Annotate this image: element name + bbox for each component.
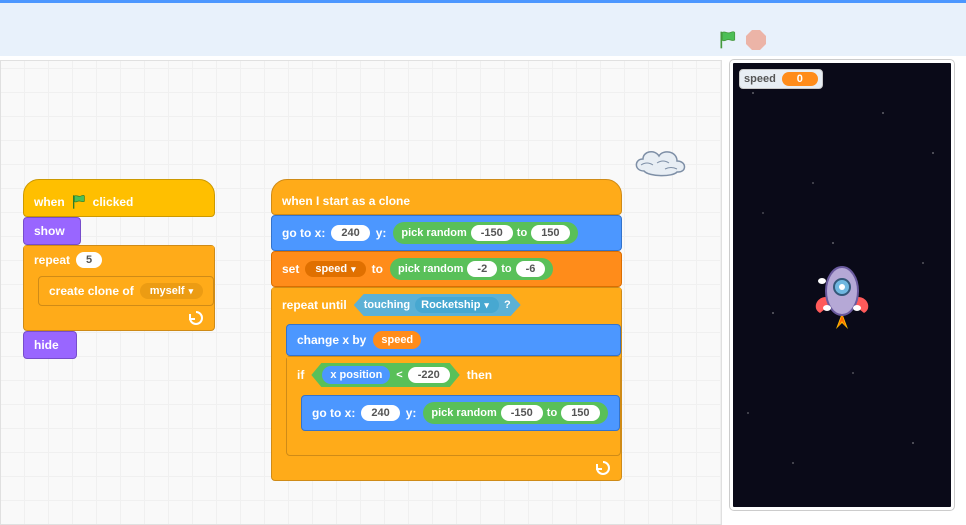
stage-panel: speed 0 [730, 60, 962, 525]
label: to [372, 262, 383, 276]
label: to [547, 407, 557, 419]
repeat-until-block[interactable]: repeat until touching Rocketship ? chang… [271, 287, 622, 481]
compare-value-input[interactable]: -220 [408, 367, 450, 383]
label: when I start as a clone [282, 194, 410, 208]
label: show [34, 224, 65, 238]
pick-random-reporter[interactable]: pick random -2 to -6 [390, 258, 553, 280]
label: repeat [34, 253, 70, 267]
clone-target-dropdown[interactable]: myself [140, 283, 203, 299]
when-flag-clicked-block[interactable]: when clicked [23, 179, 215, 217]
x-input[interactable]: 240 [331, 225, 369, 241]
script-stack-1[interactable]: when clicked show repeat 5 create clone … [23, 179, 215, 359]
label: pick random [398, 263, 463, 275]
x-input[interactable]: 240 [361, 405, 399, 421]
hide-block[interactable]: hide [23, 331, 77, 359]
rand-from-input[interactable]: -150 [471, 225, 513, 241]
scripts-area[interactable]: when clicked show repeat 5 create clone … [0, 60, 722, 525]
stage-controls [714, 25, 766, 55]
set-variable-block[interactable]: set speed to pick random -2 to -6 [271, 251, 622, 287]
label: go to x: [312, 406, 355, 420]
label: y: [406, 406, 417, 420]
green-flag-button[interactable] [718, 29, 738, 51]
label: clicked [93, 195, 134, 209]
touching-boolean[interactable]: touching Rocketship ? [354, 294, 521, 316]
label: pick random [401, 227, 466, 239]
change-x-block[interactable]: change x by speed [286, 324, 621, 356]
pick-random-reporter[interactable]: pick random -150 to 150 [393, 222, 577, 244]
rand-from-input[interactable]: -2 [467, 261, 497, 277]
x-position-reporter[interactable]: x position [322, 366, 390, 384]
stage[interactable]: speed 0 [730, 60, 954, 510]
label: set [282, 262, 299, 276]
variable-reporter[interactable]: speed [373, 331, 421, 349]
label: repeat until [282, 298, 347, 312]
label: y: [376, 226, 387, 240]
pick-random-reporter[interactable]: pick random -150 to 150 [423, 402, 607, 424]
rand-to-input[interactable]: -6 [516, 261, 546, 277]
show-block[interactable]: show [23, 217, 81, 245]
rocketship-sprite[interactable] [802, 253, 882, 333]
variable-monitor[interactable]: speed 0 [739, 69, 823, 89]
label: to [501, 263, 511, 275]
top-bar [0, 0, 966, 56]
goto-xy-block[interactable]: go to x: 240 y: pick random -150 to 150 [271, 215, 622, 251]
variable-value: 0 [782, 72, 818, 86]
stop-button[interactable] [746, 30, 766, 50]
label: pick random [431, 407, 496, 419]
green-flag-icon [71, 194, 87, 210]
label: change x by [297, 333, 366, 347]
create-clone-block[interactable]: create clone of myself [38, 276, 214, 306]
label: create clone of [49, 284, 134, 298]
cloud-sprite-icon [629, 141, 691, 179]
rand-to-input[interactable]: 150 [561, 405, 599, 421]
repeat-times-input[interactable]: 5 [76, 252, 102, 268]
label: touching [364, 299, 410, 311]
label: when [34, 195, 65, 209]
variable-dropdown[interactable]: speed [305, 261, 365, 277]
rand-from-input[interactable]: -150 [501, 405, 543, 421]
variable-name: speed [744, 73, 776, 85]
script-stack-2[interactable]: when I start as a clone go to x: 240 y: … [271, 179, 622, 481]
less-than-boolean[interactable]: x position < -220 [311, 363, 459, 387]
loop-arrow-icon [595, 460, 613, 476]
label: if [297, 368, 304, 382]
if-block[interactable]: if x position < -220 then [286, 356, 621, 456]
label: then [467, 368, 492, 382]
touching-target-dropdown[interactable]: Rocketship [415, 297, 499, 313]
label: to [517, 227, 527, 239]
label: hide [34, 338, 59, 352]
repeat-block[interactable]: repeat 5 create clone of myself [23, 245, 215, 331]
label: < [396, 369, 402, 381]
goto-xy-block[interactable]: go to x: 240 y: pick random -150 to 150 [301, 395, 620, 431]
label: go to x: [282, 226, 325, 240]
loop-arrow-icon [188, 310, 206, 326]
label: ? [504, 299, 511, 311]
rand-to-input[interactable]: 150 [531, 225, 569, 241]
when-start-as-clone-block[interactable]: when I start as a clone [271, 179, 622, 215]
